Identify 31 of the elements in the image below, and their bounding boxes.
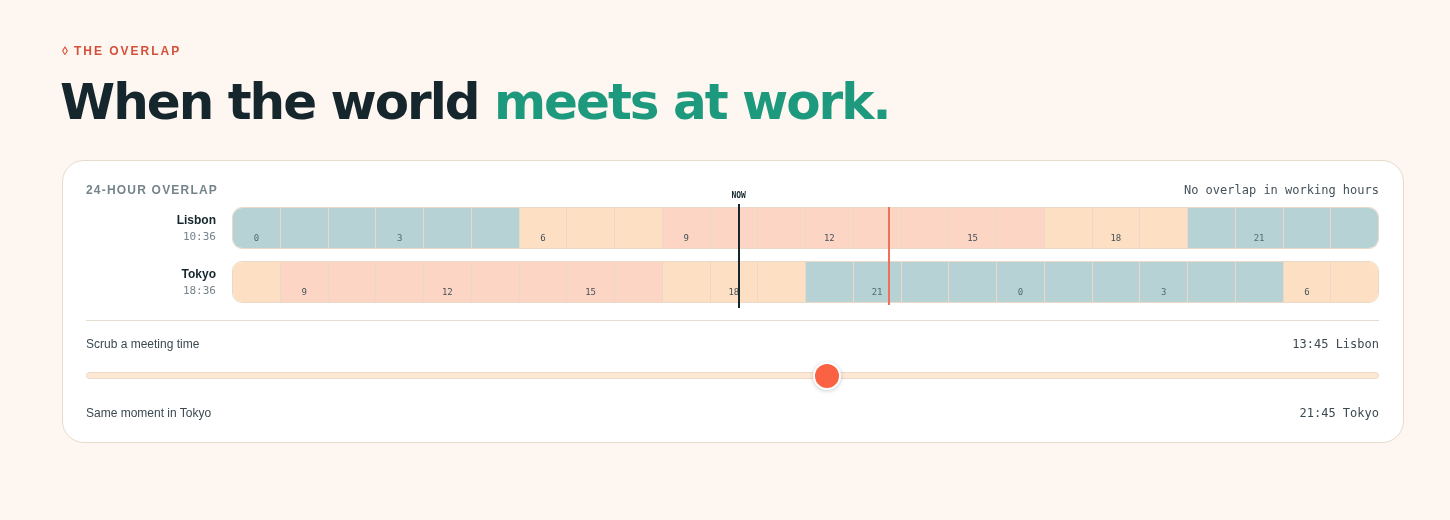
hour-label: 9 [683, 233, 689, 243]
city-time: 18:36 [182, 284, 216, 297]
page-heading: When the world meets at work. [60, 72, 891, 133]
diamond-icon: ◊ [62, 44, 68, 58]
hour-label: 18 [728, 287, 740, 297]
hour-label: 0 [253, 233, 260, 243]
hour-label: 0 [1017, 287, 1024, 297]
hour-label: 3 [1160, 287, 1167, 297]
hour-label: 12 [441, 287, 453, 297]
hour-label: 3 [396, 233, 403, 243]
hour-label: 6 [1304, 287, 1310, 297]
hour-label: 15 [967, 233, 979, 243]
eyebrow-label: THE OVERLAP [73, 44, 182, 58]
result-label: Same moment in Tokyo [86, 406, 212, 420]
status-text: No overlap in working hours [1183, 183, 1379, 197]
slider-thumb[interactable] [812, 361, 841, 390]
scrub-reading: 13:45 Lisbon [1292, 337, 1379, 351]
now-label: NOW [731, 191, 746, 200]
city-name: Lisbon [176, 213, 216, 227]
scrub-label: Scrub a meeting time [86, 337, 200, 351]
hour-label: 6 [540, 233, 546, 243]
hour-label: 12 [823, 233, 835, 243]
hour-label: 21 [1253, 233, 1265, 243]
hour-label: 15 [585, 287, 597, 297]
hour-label: 18 [1110, 233, 1122, 243]
card-title: 24-HOUR OVERLAP [86, 183, 219, 197]
hour-label: 21 [871, 287, 883, 297]
result-reading: 21:45 Tokyo [1299, 406, 1379, 420]
city-name: Tokyo [181, 267, 216, 281]
hour-label: 9 [301, 287, 307, 297]
city-time: 10:36 [182, 230, 216, 243]
